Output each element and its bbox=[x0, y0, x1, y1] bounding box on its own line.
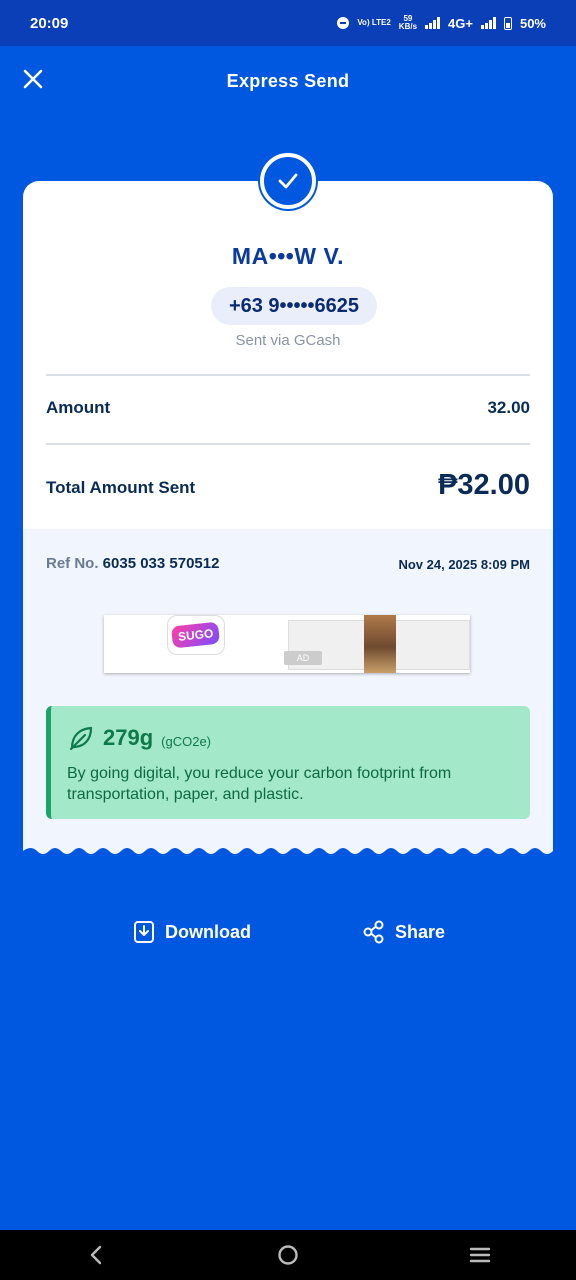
success-check-icon bbox=[260, 153, 316, 209]
transaction-date: Nov 24, 2025 8:09 PM bbox=[398, 557, 530, 572]
battery-level: 50% bbox=[519, 15, 546, 31]
reference-number: Ref No. 6035 033 570512 bbox=[46, 555, 219, 572]
carbon-footprint-banner: 279g (gCO2e) By going digital, you reduc… bbox=[46, 706, 530, 819]
sugo-app-icon[interactable]: SUGO bbox=[167, 615, 225, 655]
carbon-value: 279g bbox=[103, 725, 154, 750]
total-label: Total Amount Sent bbox=[46, 478, 196, 497]
eco-head: 279g (gCO2e) bbox=[67, 724, 211, 752]
download-button[interactable]: Download bbox=[133, 920, 251, 944]
sugo-logo: SUGO bbox=[171, 621, 221, 649]
download-icon bbox=[134, 921, 154, 943]
carbon-message: By going digital, you reduce your carbon… bbox=[67, 765, 452, 803]
page-title: Express Send bbox=[226, 70, 350, 91]
home-button[interactable] bbox=[268, 1235, 308, 1275]
battery-icon bbox=[503, 16, 512, 30]
system-nav-bar bbox=[0, 1230, 576, 1280]
download-label: Download bbox=[165, 921, 251, 942]
status-icons: Vo) LTE2 59 KB/s 4G+ 50% bbox=[337, 15, 546, 31]
reference-label: Ref No. bbox=[46, 555, 99, 572]
recipient-phone: +63 9•••••6625 bbox=[211, 287, 377, 325]
share-icon bbox=[363, 920, 384, 944]
ad-tag: AD bbox=[284, 651, 322, 665]
receipt-edge bbox=[23, 843, 553, 854]
carbon-unit: (gCO2e) bbox=[161, 733, 212, 749]
ad-thumbnail-image[interactable] bbox=[364, 615, 396, 673]
recents-button[interactable] bbox=[460, 1235, 500, 1275]
receipt-card: MA•••W V. +63 9•••••6625 Sent via GCash … bbox=[23, 153, 553, 856]
network-speed-unit: KB/s bbox=[398, 22, 418, 31]
back-button[interactable] bbox=[76, 1235, 116, 1275]
status-time: 20:09 bbox=[30, 14, 69, 32]
ad-banner[interactable]: SUGO AD bbox=[104, 615, 470, 673]
network-speed: 59 KB/s bbox=[399, 15, 417, 31]
header: Express Send bbox=[0, 46, 576, 116]
sent-via-label: Sent via GCash bbox=[235, 332, 341, 349]
close-icon[interactable] bbox=[20, 66, 46, 92]
signal-icon bbox=[425, 17, 441, 29]
menu-icon bbox=[469, 1247, 491, 1263]
action-bar: Download Share bbox=[0, 918, 576, 950]
divider bbox=[46, 374, 530, 376]
share-label: Share bbox=[395, 921, 446, 942]
status-bar: 20:09 Vo) LTE2 59 KB/s 4G+ 50% bbox=[0, 0, 576, 46]
amount-label: Amount bbox=[46, 398, 111, 417]
amount-value: 32.00 bbox=[487, 398, 530, 417]
share-button[interactable]: Share bbox=[363, 920, 445, 944]
do-not-disturb-icon bbox=[337, 17, 350, 29]
ad-left-panel[interactable]: SUGO bbox=[104, 615, 288, 673]
back-icon bbox=[90, 1245, 102, 1265]
recipient-name: MA•••W V. bbox=[231, 243, 345, 269]
signal-icon-2 bbox=[480, 17, 496, 29]
receipt-top: MA•••W V. +63 9•••••6625 Sent via GCash … bbox=[23, 181, 553, 529]
divider bbox=[46, 443, 530, 445]
network-type: 4G+ bbox=[448, 15, 473, 31]
home-icon bbox=[278, 1245, 298, 1265]
reference-value: 6035 033 570512 bbox=[102, 555, 220, 572]
volte-indicator: Vo) LTE2 bbox=[357, 18, 391, 27]
total-value: ₱32.00 bbox=[438, 469, 530, 501]
leaf-icon bbox=[69, 726, 93, 751]
